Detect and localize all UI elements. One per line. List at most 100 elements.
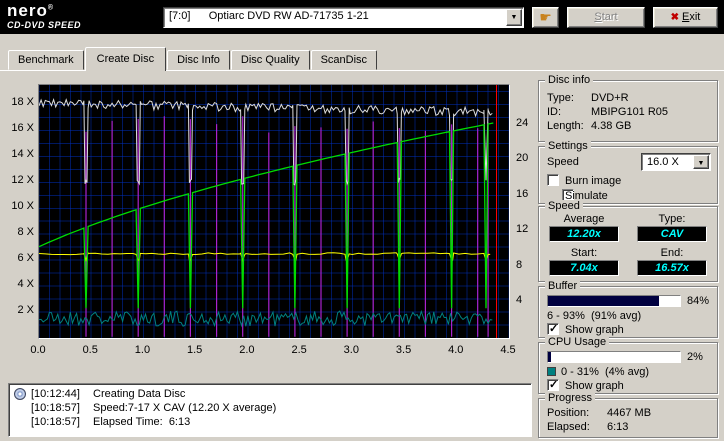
y-axis-left-tick: 10 X bbox=[11, 200, 34, 213]
speed-type-display: CAV bbox=[637, 226, 707, 242]
buffer-bar-fill bbox=[548, 296, 659, 306]
y-axis-right-tick: 4 bbox=[516, 294, 523, 307]
speed-select-value: 16.0 X bbox=[647, 156, 679, 168]
tab-disc-quality[interactable]: Disc Quality bbox=[230, 50, 310, 70]
exit-button[interactable]: ✖ Exit bbox=[653, 7, 718, 28]
tab-scandisc[interactable]: ScanDisc bbox=[310, 50, 378, 70]
rotation-speed-line bbox=[39, 97, 493, 187]
burn-tool-button[interactable]: ☛ bbox=[532, 7, 559, 28]
disc-info-title: Disc info bbox=[545, 74, 594, 86]
exit-icon: ✖ bbox=[670, 12, 680, 23]
cpu-range: 0 - 31% (4% avg) bbox=[561, 366, 650, 378]
disc-length-label: Length: bbox=[547, 120, 584, 132]
cpu-usage-group: CPU Usage 2% 0 - 31% (4% avg) Show graph bbox=[538, 336, 718, 394]
y-axis-right-tick: 12 bbox=[516, 223, 529, 236]
log-line: [10:18:57] Speed:7-17 X CAV (12.20 X ave… bbox=[14, 401, 531, 415]
log-time: [10:18:57] bbox=[31, 402, 80, 414]
buffer-show-graph-checkbox[interactable] bbox=[547, 322, 559, 335]
buffer-bar bbox=[547, 295, 681, 307]
disc-id-value: MBIPG101 R05 bbox=[591, 106, 669, 118]
log-panel[interactable]: [10:12:44] Creating Data Disc [10:18:57]… bbox=[8, 383, 532, 437]
disc-icon bbox=[14, 388, 26, 400]
speed-group: Speed Average Type: 12.20x CAV Start: En… bbox=[538, 200, 718, 282]
burn-image-checkbox[interactable] bbox=[547, 174, 559, 186]
y-axis-right-tick: 16 bbox=[516, 187, 529, 200]
log-time: [10:12:44] bbox=[31, 388, 80, 400]
position-label: Position: bbox=[547, 407, 590, 419]
chevron-down-icon[interactable]: ▼ bbox=[693, 155, 709, 169]
disc-info-group: Disc info Type: DVD+R ID: MBIPG101 R05 L… bbox=[538, 74, 718, 142]
tab-bar: Benchmark Create Disc Disc Info Disc Qua… bbox=[8, 47, 378, 71]
x-axis-tick: 3.5 bbox=[395, 344, 412, 356]
log-time: [10:18:57] bbox=[31, 416, 80, 428]
disc-type-value: DVD+R bbox=[591, 92, 629, 104]
log-line: [10:18:57] Elapsed Time: 6:13 bbox=[14, 415, 531, 429]
start-speed-display: 7.04x bbox=[549, 260, 619, 276]
chevron-down-icon[interactable]: ▼ bbox=[506, 9, 522, 26]
progress-title: Progress bbox=[545, 392, 596, 404]
y-axis-left-tick: 8 X bbox=[17, 226, 34, 239]
speed-type-label: Type: bbox=[658, 213, 686, 225]
plot-area bbox=[38, 84, 510, 339]
x-axis-tick: 0.0 bbox=[30, 344, 46, 356]
burn-image-label: Burn image bbox=[565, 175, 622, 187]
disc-type-label: Type: bbox=[547, 92, 574, 104]
tab-benchmark[interactable]: Benchmark bbox=[8, 50, 84, 70]
log-text: Elapsed Time: 6:13 bbox=[93, 416, 191, 428]
x-axis-tick: 2.0 bbox=[239, 344, 255, 356]
x-axis-tick: 1.0 bbox=[134, 344, 151, 356]
x-axis-tick: 1.5 bbox=[187, 344, 203, 356]
nero-cd-dvd-speed-window: nero® CD-DVD SPEED [7:0] Optiarc DVD RW … bbox=[0, 0, 724, 441]
y-axis-right-tick: 24 bbox=[516, 116, 529, 129]
y-axis-left-tick: 4 X bbox=[17, 278, 34, 291]
cpu-percent: 2% bbox=[687, 351, 703, 363]
cpu-bar bbox=[547, 351, 681, 363]
registered-mark: ® bbox=[47, 4, 55, 12]
x-axis-tick: 4.5 bbox=[500, 344, 516, 356]
settings-title: Settings bbox=[545, 140, 591, 152]
speed-graph: 18 X 16 X 14 X 12 X 10 X 8 X 6 X 4 X 2 X 24 20 16 12… bbox=[8, 72, 540, 368]
y-axis-left-tick: 18 X bbox=[11, 96, 34, 109]
x-axis-tick: 0.5 bbox=[82, 344, 98, 356]
log-text: Speed:7-17 X CAV (12.20 X average) bbox=[93, 402, 277, 414]
drive-selector-value: [7:0] Optiarc DVD RW AD-71735 1-21 bbox=[169, 10, 369, 22]
hand-icon: ☛ bbox=[539, 9, 552, 25]
speed-label: Speed bbox=[547, 156, 579, 168]
cpu-swatch bbox=[547, 367, 556, 376]
settings-group: Settings Speed 16.0 X ▼ Burn image Simul… bbox=[538, 140, 718, 204]
log-text: Creating Data Disc bbox=[93, 388, 186, 400]
y-axis-left-tick: 6 X bbox=[17, 252, 34, 265]
x-axis-tick: 2.5 bbox=[291, 344, 307, 356]
disc-id-label: ID: bbox=[547, 106, 562, 118]
y-axis-right-tick: 8 bbox=[516, 258, 523, 271]
plot-canvas bbox=[39, 85, 509, 338]
disc-length-value: 4.38 GB bbox=[591, 120, 632, 132]
cpu-usage-title: CPU Usage bbox=[545, 336, 610, 348]
position-value: 4467 MB bbox=[607, 407, 652, 419]
reference-speed-line bbox=[39, 252, 491, 262]
log-line: [10:12:44] Creating Data Disc bbox=[14, 387, 531, 401]
tab-create-disc[interactable]: Create Disc bbox=[84, 47, 167, 71]
end-speed-label: End: bbox=[660, 247, 684, 259]
buffer-title: Buffer bbox=[545, 280, 581, 292]
elapsed-label: Elapsed: bbox=[547, 421, 590, 433]
y-axis-left-tick: 2 X bbox=[17, 304, 34, 317]
cpu-show-graph-label: Show graph bbox=[565, 380, 624, 392]
x-axis-tick: 4.0 bbox=[448, 344, 464, 356]
buffer-show-graph-label: Show graph bbox=[565, 324, 624, 336]
y-axis-left-tick: 12 X bbox=[11, 174, 34, 187]
header-bar: nero® CD-DVD SPEED [7:0] Optiarc DVD RW … bbox=[0, 0, 724, 34]
end-speed-display: 16.57x bbox=[637, 260, 707, 276]
start-button[interactable]: Start bbox=[567, 7, 645, 28]
drive-selector[interactable]: [7:0] Optiarc DVD RW AD-71735 1-21 ▼ bbox=[163, 7, 524, 28]
cpu-show-graph-checkbox[interactable] bbox=[547, 378, 559, 391]
speed-select[interactable]: 16.0 X ▼ bbox=[641, 153, 711, 171]
tab-disc-info[interactable]: Disc Info bbox=[167, 50, 230, 70]
buffer-range: 6 - 93% (91% avg) bbox=[547, 310, 642, 322]
cpu-bar-fill bbox=[548, 352, 551, 362]
buffer-group: Buffer 84% 6 - 93% (91% avg) Show graph bbox=[538, 280, 718, 338]
y-axis-left-tick: 14 X bbox=[11, 148, 34, 161]
average-label: Average bbox=[563, 213, 605, 225]
start-speed-label: Start: bbox=[570, 247, 598, 259]
x-axis-tick: 3.0 bbox=[343, 344, 359, 356]
